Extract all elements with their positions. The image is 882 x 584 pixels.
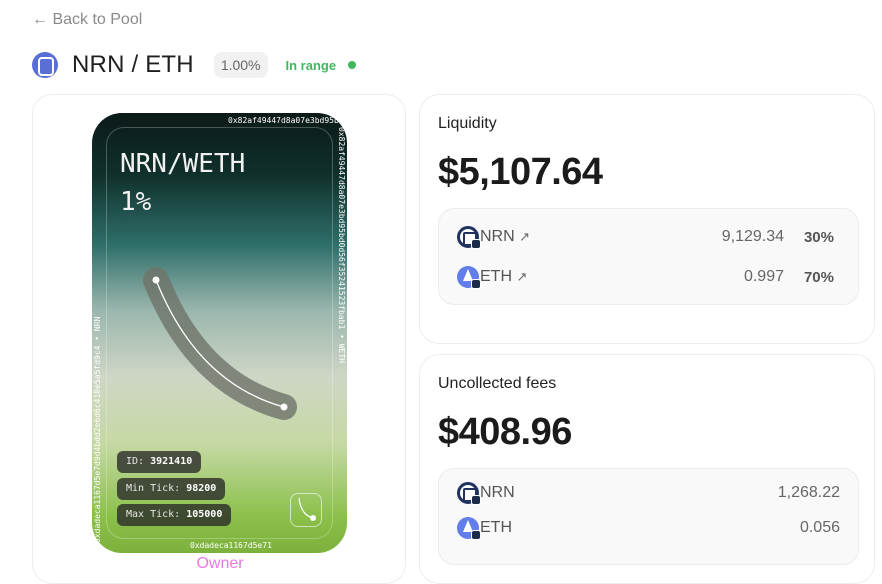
token-percent: 70% (803, 268, 834, 286)
token-symbol: ETH (480, 268, 512, 285)
nft-mini-curve-icon (290, 493, 322, 527)
nft-min-tick-label: Min Tick: (126, 483, 181, 494)
nft-max-tick-value: 105000 (186, 509, 223, 520)
range-status-label: In range (285, 57, 337, 73)
token-amount: 0.997 (743, 268, 784, 285)
pair-logo-icon (32, 52, 58, 78)
position-header: NRN / ETH 1.00% In range (32, 48, 357, 82)
nft-max-tick-tag: Max Tick: 105000 (117, 504, 232, 526)
external-link-icon: ↗ (519, 229, 531, 244)
nft-min-tick-tag: Min Tick: 98200 (117, 478, 226, 500)
token-percent: 30% (803, 228, 834, 246)
range-status: In range (286, 58, 357, 73)
liquidity-label: Liquidity (438, 115, 497, 132)
position-nft-image[interactable]: 0x82af49447d8a07e3bd95bd0d56f35241523fba… (92, 113, 347, 553)
token-symbol: ETH (480, 519, 512, 536)
nft-pair-title: NRN/WETH (120, 149, 246, 179)
owner-label: Owner (196, 555, 244, 572)
token-amount: 1,268.22 (777, 484, 840, 501)
external-link-icon: ↗ (516, 269, 528, 284)
back-to-pool-link[interactable]: ← Back to Pool (32, 11, 142, 29)
token-symbol: NRN (480, 484, 515, 501)
fees-amount: $408.96 (438, 411, 572, 453)
liquidity-token-list: NRN ↗ 9,129.34 30% ETH ↗ 0.997 70% (438, 208, 859, 305)
fees-token-row-eth: ETH 0.056 (439, 516, 858, 540)
nft-card: 0x82af49447d8a07e3bd95bd0d56f35241523fba… (32, 94, 406, 584)
nft-min-tick-value: 98200 (186, 483, 217, 494)
liquidity-token-row-eth: ETH ↗ 0.997 70% (439, 265, 858, 289)
status-dot-icon (348, 61, 357, 69)
token-amount: 9,129.34 (721, 228, 784, 245)
fees-token-list: NRN 1,268.22 ETH 0.056 (438, 468, 859, 565)
pair-title: NRN / ETH (72, 51, 194, 78)
fees-label: Uncollected fees (438, 375, 557, 392)
nft-fee-tier: 1% (120, 187, 152, 217)
token-amount: 0.056 (799, 519, 840, 536)
liquidity-amount: $5,107.64 (438, 151, 603, 193)
nft-quote-address: 0x82af49447d8a07e3bd95bd0d56f35241523fba… (228, 116, 347, 125)
nft-base-address-vertical: 0xdadeca1167d5e7d9d4bdd2e6d6c410e5a5fd9c… (93, 316, 102, 543)
token-link-eth[interactable]: ETH ↗ (480, 268, 527, 286)
nft-id-value: 3921410 (150, 456, 193, 467)
nft-max-tick-label: Max Tick: (126, 509, 181, 520)
nft-base-address: 0xdadeca1167d5e71 (190, 541, 272, 550)
nft-quote-address-vertical: 0x82af49447d8a07e3bd95bd0d56f35241523fba… (337, 127, 346, 364)
fee-tier-badge: 1.00% (213, 52, 268, 78)
liquidity-token-row-nrn: NRN ↗ 9,129.34 30% (439, 225, 858, 249)
nft-id-label: ID: (126, 456, 145, 467)
uncollected-fees-card: Uncollected fees $408.96 NRN 1,268.22 ET… (419, 354, 875, 584)
token-symbol: NRN (480, 228, 515, 245)
liquidity-card: Liquidity $5,107.64 NRN ↗ 9,129.34 30% E… (419, 94, 875, 344)
nft-id-tag: ID: 3921410 (117, 451, 202, 473)
fees-token-row-nrn: NRN 1,268.22 (439, 481, 858, 505)
token-link-nrn[interactable]: NRN ↗ (480, 228, 530, 246)
